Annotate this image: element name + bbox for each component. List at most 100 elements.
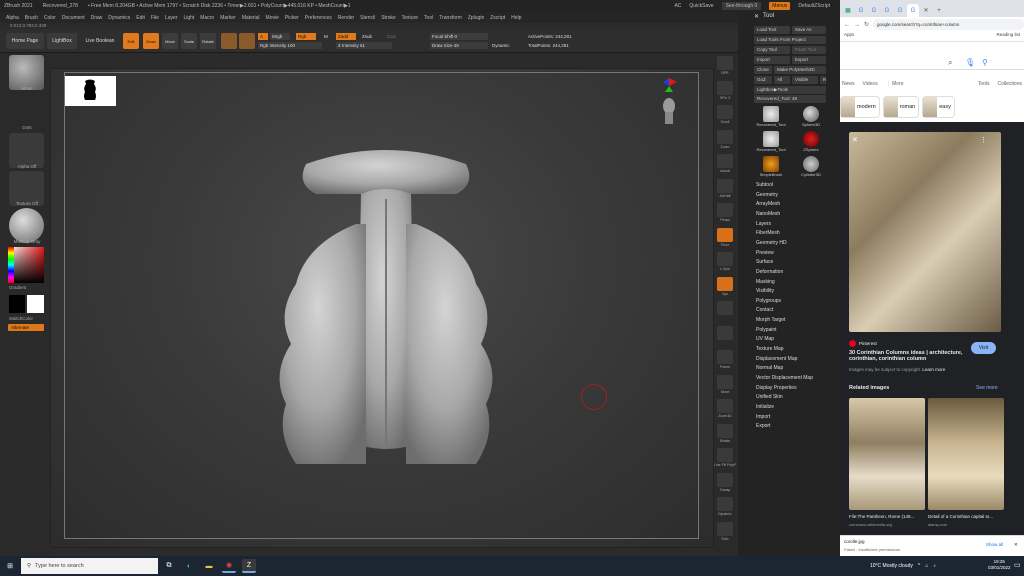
color-swatch-icon[interactable] xyxy=(239,33,255,49)
tab-google-active-icon[interactable]: G xyxy=(907,4,919,17)
tool-thumbnail[interactable]: Recovered_Tool xyxy=(754,106,788,130)
close-download-bar-icon[interactable]: ✕ xyxy=(1014,542,1018,548)
tool-subpalette-item[interactable]: Unified Skin xyxy=(756,394,783,400)
show-all-button[interactable]: Show all xyxy=(986,542,1003,547)
tool-subpalette-item[interactable]: Contact xyxy=(756,307,773,313)
reading-list-link[interactable]: Reading list xyxy=(996,32,1020,41)
r-button[interactable]: R xyxy=(820,76,826,84)
export-button[interactable]: Export xyxy=(792,56,826,64)
import-button[interactable]: Import xyxy=(754,56,790,64)
move-button[interactable]: Move xyxy=(162,33,178,49)
forward-icon[interactable]: → xyxy=(854,22,860,28)
view-tool-icon[interactable] xyxy=(717,325,733,340)
menu-item[interactable]: Transform xyxy=(439,15,462,21)
menu-item[interactable]: Dynamics xyxy=(108,15,130,21)
acanthus-ornament-model-icon[interactable] xyxy=(266,144,506,474)
tool-subpalette-item[interactable]: Layers xyxy=(756,221,771,227)
live-boolean-button[interactable]: Live Boolean xyxy=(80,33,120,49)
tool-subpalette-item[interactable]: Visibility xyxy=(756,288,774,294)
rgb-intensity-slider[interactable]: Rgb Intensity 100 xyxy=(258,42,322,49)
view-tool-icon[interactable] xyxy=(717,227,733,242)
chrome-icon[interactable]: ◉ xyxy=(222,559,236,573)
menu-item[interactable]: Marker xyxy=(220,15,236,21)
search-box[interactable] xyxy=(840,56,1024,70)
tool-subpalette-item[interactable]: Morph Target xyxy=(756,317,785,323)
reload-icon[interactable]: ↻ xyxy=(864,21,869,28)
menu-item[interactable]: Texture xyxy=(402,15,418,21)
default-zscript-button[interactable]: DefaultZScript xyxy=(798,3,830,9)
menu-item[interactable]: Zplugin xyxy=(468,15,484,21)
tool-thumbnail[interactable]: ZSphere xyxy=(794,131,828,155)
new-tab-icon[interactable]: + xyxy=(933,4,945,17)
tool-subpalette-item[interactable]: Polygroups xyxy=(756,298,781,304)
tab-google-icon[interactable]: G xyxy=(868,4,880,17)
view-tool-icon[interactable] xyxy=(717,350,733,364)
rgb-toggle[interactable]: Rgb xyxy=(296,33,316,40)
see-through-slider[interactable]: See-through 0 xyxy=(721,2,762,10)
learn-more-link[interactable]: Learn more xyxy=(922,367,945,372)
menu-item[interactable]: Light xyxy=(183,15,194,21)
load-tools-from-project-button[interactable]: Load Tools From Project xyxy=(754,36,826,44)
tool-subpalette-item[interactable]: Vector Displacement Map xyxy=(756,375,813,381)
view-tool-icon[interactable] xyxy=(717,448,733,462)
file-explorer-icon[interactable]: ▬ xyxy=(202,559,216,573)
all-button[interactable]: All xyxy=(774,76,790,84)
tool-subpalette-item[interactable]: Texture Map xyxy=(756,346,784,352)
scale-button[interactable]: Scale xyxy=(181,33,197,49)
zsub-toggle[interactable]: Zsub xyxy=(360,33,378,40)
tool-thumbnail[interactable]: Cylinder3D xyxy=(794,156,828,180)
draw-size-slider[interactable]: Draw Size 49 xyxy=(430,42,488,49)
search-icon[interactable]: ⚲ xyxy=(982,58,988,67)
zadd-toggle[interactable]: Zadd xyxy=(336,33,356,40)
edge-icon[interactable]: ◐ xyxy=(182,559,196,573)
weather-text[interactable]: 10°C Mostly cloudy xyxy=(870,563,913,569)
chip-roman[interactable]: roman xyxy=(882,96,920,118)
tool-subpalette-item[interactable]: Export xyxy=(756,423,770,429)
tool-thumbnail[interactable]: Recovered_Tool xyxy=(754,131,788,155)
navigation-thumbnail[interactable] xyxy=(65,76,116,106)
quicksave-button[interactable]: QuickSave xyxy=(689,3,713,9)
copy-tool-button[interactable]: Copy Tool xyxy=(754,46,790,54)
tool-subpalette-item[interactable]: Masking xyxy=(756,279,775,285)
tool-thumbnail[interactable]: Sphere3D xyxy=(794,106,828,130)
menu-item[interactable]: Color xyxy=(44,15,56,21)
visit-button[interactable]: Visit xyxy=(971,342,996,354)
tool-subpalette-item[interactable]: NanoMesh xyxy=(756,211,780,217)
dynamic-toggle[interactable]: Dynamic xyxy=(490,42,510,49)
chevron-up-icon[interactable]: ^ xyxy=(918,563,920,569)
z-intensity-slider[interactable]: Z Intensity 51 xyxy=(336,42,392,49)
volume-icon[interactable]: ♪ xyxy=(933,563,936,569)
menu-item[interactable]: Preferences xyxy=(305,15,332,21)
clock[interactable]: 19:25 03/01/2022 xyxy=(988,559,1011,571)
menu-item[interactable]: Zscript xyxy=(490,15,505,21)
tool-subpalette-item[interactable]: ArrayMesh xyxy=(756,201,780,207)
chip-easy[interactable]: easy xyxy=(922,96,955,118)
lightbox-tools-button[interactable]: Lightbox▶Tools xyxy=(754,86,826,94)
mic-icon[interactable]: 🎙 xyxy=(965,58,975,67)
load-tool-button[interactable]: Load Tool xyxy=(754,26,790,34)
mrgb-toggle[interactable]: Mrgb xyxy=(270,33,290,40)
menu-item[interactable]: Alpha xyxy=(6,15,19,21)
view-tool-icon[interactable] xyxy=(717,203,733,217)
view-tool-icon[interactable] xyxy=(717,374,733,389)
tool-thumbnail[interactable]: SimpleBrush xyxy=(754,156,788,180)
make-polymesh-button[interactable]: Make PolyMesh3D xyxy=(774,66,826,74)
menus-button[interactable]: Menus xyxy=(769,2,791,10)
corinthian-column-image[interactable] xyxy=(849,132,1001,332)
menu-item[interactable]: Stroke xyxy=(381,15,395,21)
related-caption-1[interactable]: File:The Pantheon, Rome (149... xyxy=(849,514,925,519)
tool-subpalette-item[interactable]: Initialize xyxy=(756,404,774,410)
tab-news[interactable]: News xyxy=(842,81,855,87)
canvas-viewport[interactable] xyxy=(50,68,714,548)
clone-button[interactable]: Clone xyxy=(754,66,772,74)
view-tool-icon[interactable] xyxy=(717,178,733,193)
view-tool-icon[interactable] xyxy=(717,497,733,511)
home-page-button[interactable]: Home Page xyxy=(6,33,44,49)
menu-item[interactable]: Render xyxy=(338,15,354,21)
material-thumbnail[interactable] xyxy=(9,208,44,243)
edit-button[interactable]: Edit xyxy=(123,33,139,49)
tab-google-icon[interactable]: G xyxy=(855,4,867,17)
related-image-1[interactable] xyxy=(849,398,925,510)
network-icon[interactable]: ⌂ xyxy=(925,563,928,569)
tool-subpalette-item[interactable]: FiberMesh xyxy=(756,230,780,236)
